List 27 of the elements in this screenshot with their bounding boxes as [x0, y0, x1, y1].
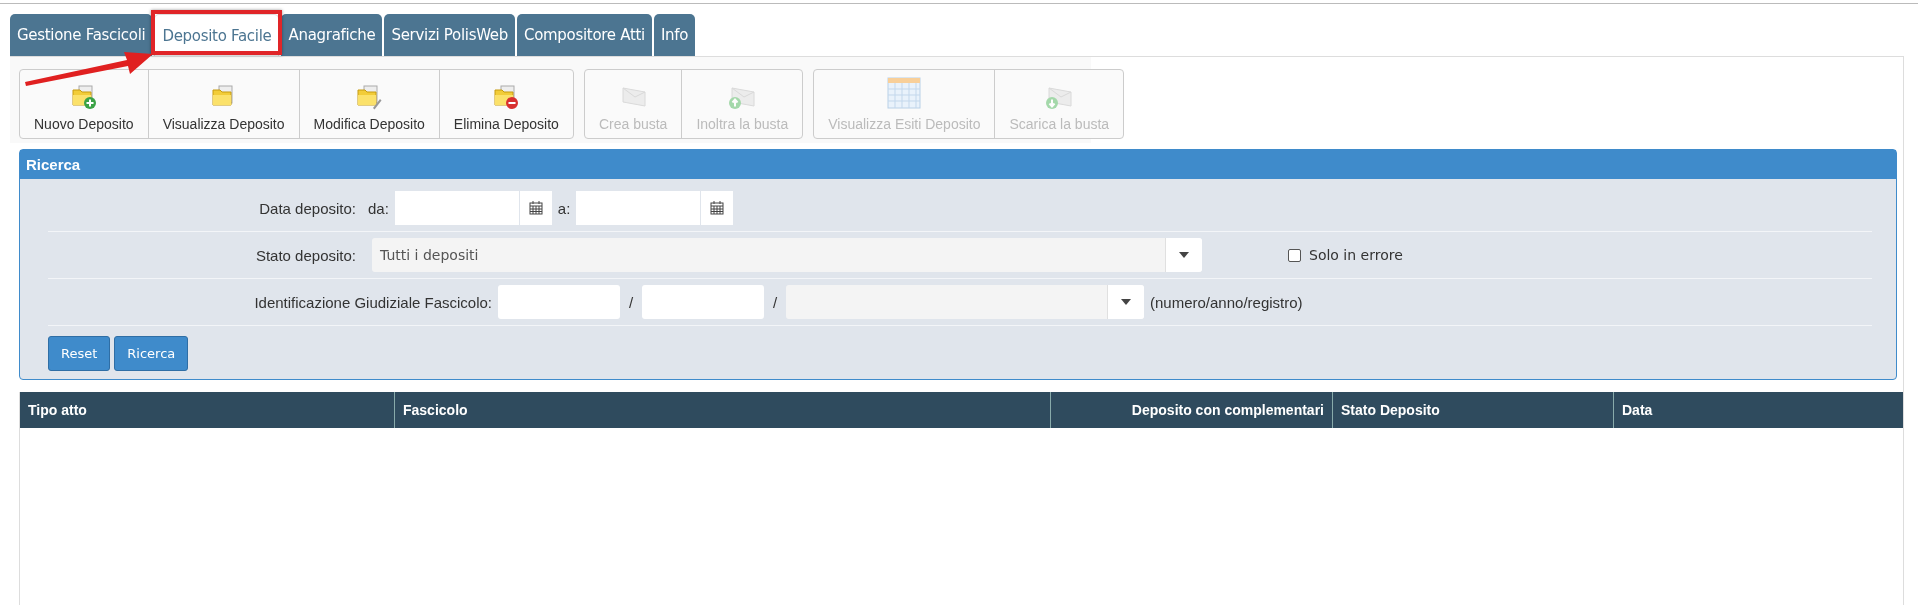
toolbar-button[interactable]: Elimina Deposito: [439, 70, 573, 138]
search-button[interactable]: Reset: [48, 336, 111, 371]
field-label: Stato deposito:: [254, 246, 356, 264]
toolbar-button[interactable]: Modifica Deposito: [299, 70, 440, 138]
column-header: Fascicolo: [395, 392, 1051, 428]
column-header: Tipo atto: [20, 392, 395, 428]
column-header: Stato Deposito: [1333, 392, 1614, 428]
toolbar-button[interactable]: Visualizza Deposito: [148, 70, 300, 138]
tab[interactable]: Info: [653, 14, 696, 56]
status-dropdown[interactable]: Tutti i depositi: [372, 238, 1202, 272]
field-label: Data deposito:: [258, 199, 356, 217]
tab[interactable]: Compositore Atti: [517, 14, 652, 56]
panel-title: Ricerca: [20, 150, 1896, 179]
column-header: Data: [1621, 401, 1654, 420]
column-header: Deposito con complementari: [1051, 392, 1333, 428]
field-label: Identificazione Giudiziale Fascicolo:: [253, 293, 492, 311]
field-label: a:: [557, 199, 571, 217]
field-label: da:: [368, 199, 389, 217]
separator: /: [771, 293, 779, 311]
tab[interactable]: Anagrafiche: [281, 14, 383, 56]
tab[interactable]: Gestione Fascicoli: [10, 14, 153, 56]
tab[interactable]: Servizi PolisWeb: [384, 14, 515, 56]
search-button[interactable]: Ricerca: [114, 336, 189, 371]
separator: /: [627, 293, 635, 311]
toolbar-button[interactable]: Nuovo Deposito: [20, 70, 149, 138]
checkbox-label: Solo in errore: [1309, 247, 1403, 263]
format-hint: (numero/anno/registro): [1150, 293, 1303, 311]
